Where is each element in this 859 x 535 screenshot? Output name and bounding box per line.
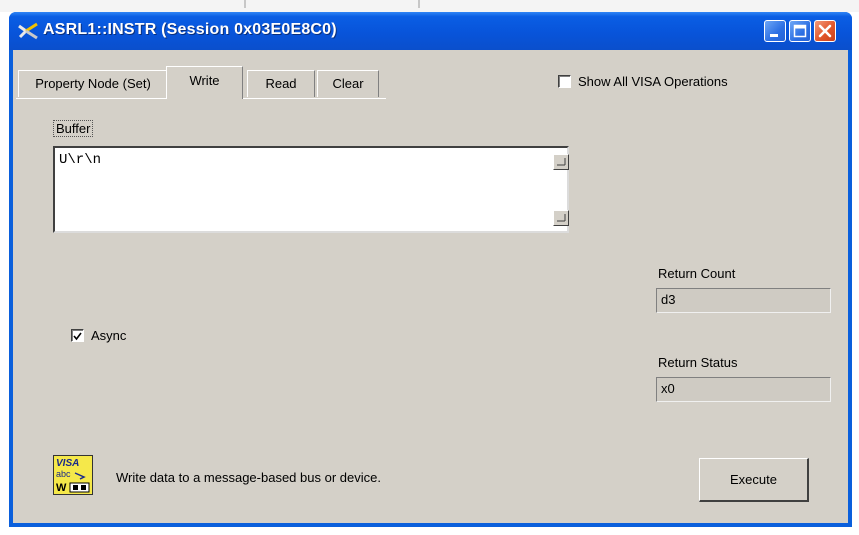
return-count-indicator: d3 <box>656 288 831 313</box>
close-button[interactable] <box>814 20 836 42</box>
return-status-indicator: x0 <box>656 377 831 402</box>
scroll-down-button[interactable] <box>553 210 569 226</box>
scroll-up-button[interactable] <box>553 154 569 170</box>
window-title: ASRL1::INSTR (Session 0x03E0E8C0) <box>43 21 337 38</box>
visa-icon-text: VISA <box>56 458 79 469</box>
async-label: Async <box>91 328 127 343</box>
tab-label: Write <box>189 73 220 88</box>
tab-label: Read <box>265 76 297 91</box>
tab-read[interactable]: Read <box>247 70 315 97</box>
desktop-mark <box>244 0 246 8</box>
tab-label: Clear <box>332 76 364 91</box>
tab-clear[interactable]: Clear <box>317 70 379 97</box>
return-status-label: Return Status <box>658 355 738 370</box>
buffer-value: U\r\n <box>59 152 102 168</box>
tab-write[interactable]: Write <box>166 66 243 99</box>
return-status-value: 0 <box>667 381 675 396</box>
checkbox-box[interactable] <box>558 75 571 88</box>
show-all-label: Show All VISA Operations <box>578 74 728 89</box>
close-icon <box>818 24 832 38</box>
desktop-background <box>0 0 859 12</box>
visa-session-icon <box>18 22 38 40</box>
maximize-icon <box>793 24 807 38</box>
minimize-button[interactable] <box>764 20 786 42</box>
tab-property-node-set[interactable]: Property Node (Set) <box>18 70 168 97</box>
check-mark-icon <box>73 332 82 341</box>
buffer-textarea[interactable]: U\r\n <box>53 146 569 233</box>
return-count-value: 3 <box>668 292 676 307</box>
title-bar[interactable]: ASRL1::INSTR (Session 0x03E0E8C0) <box>9 12 852 50</box>
tab-label: Property Node (Set) <box>35 76 151 91</box>
visa-session-window: ASRL1::INSTR (Session 0x03E0E8C0) Proper… <box>9 12 852 527</box>
scroll-handle-icon <box>557 214 566 222</box>
return-count-label: Return Count <box>658 266 736 281</box>
window-client-area: Property Node (Set) Write Read Clear Sho… <box>13 50 848 523</box>
minimize-icon <box>770 34 778 37</box>
buffer-label: Buffer <box>53 120 94 137</box>
scroll-handle-icon <box>557 158 566 166</box>
checkbox-box[interactable] <box>71 329 84 342</box>
desktop-mark <box>418 0 420 8</box>
visa-icon-w: W <box>56 482 67 494</box>
visa-icon-abc: abc <box>56 469 71 479</box>
maximize-button[interactable] <box>789 20 811 42</box>
operation-description: Write data to a message-based bus or dev… <box>116 470 381 485</box>
visa-write-icon: VISA abc W <box>53 455 93 495</box>
execute-button[interactable]: Execute <box>699 458 809 502</box>
